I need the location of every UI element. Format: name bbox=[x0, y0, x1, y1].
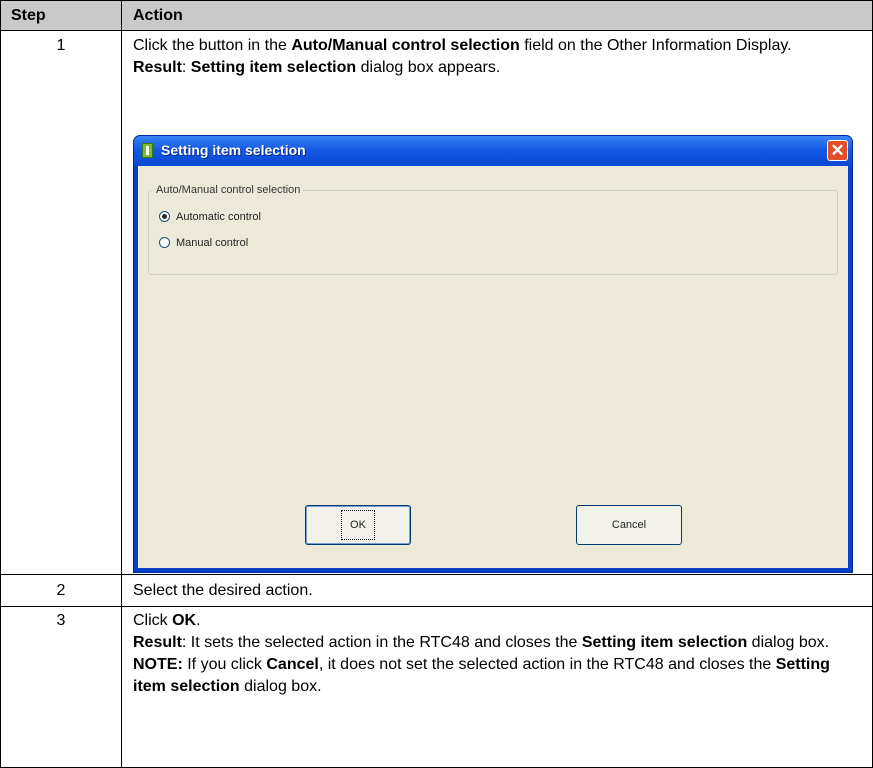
step-number: 1 bbox=[0, 30, 122, 575]
action-cell: Click OK. Result: It sets the selected a… bbox=[121, 606, 873, 768]
dialog-titlebar[interactable]: Setting item selection ✕ bbox=[134, 136, 852, 166]
close-icon: ✕ bbox=[830, 141, 845, 160]
table-row: 3 Click OK. Result: It sets the selected… bbox=[0, 606, 873, 768]
radio-selected-icon[interactable] bbox=[159, 211, 170, 222]
header-step: Step bbox=[0, 0, 122, 31]
radio-label: Automatic control bbox=[176, 211, 261, 223]
table-header-row: Step Action bbox=[0, 0, 873, 31]
step-number: 3 bbox=[0, 606, 122, 768]
table-row: 2 Select the desired action. bbox=[0, 574, 873, 607]
group-label: Auto/Manual control selection bbox=[153, 183, 304, 197]
action-instruction: Click OK. bbox=[133, 612, 201, 629]
app-icon bbox=[142, 143, 153, 158]
radio-label: Manual control bbox=[176, 237, 249, 249]
dialog-title: Setting item selection bbox=[161, 142, 306, 158]
cancel-button[interactable]: Cancel bbox=[576, 505, 682, 545]
dialog-body: Auto/Manual control selection Automatic … bbox=[138, 166, 848, 568]
ok-button[interactable]: OK bbox=[305, 505, 411, 545]
action-result: Result: It sets the selected action in t… bbox=[133, 634, 830, 651]
radio-unselected-icon[interactable] bbox=[159, 237, 170, 248]
action-cell: Select the desired action. bbox=[121, 574, 873, 607]
manual-control-radio[interactable]: Manual control bbox=[159, 236, 248, 250]
action-result: Result: Setting item selection dialog bo… bbox=[133, 59, 501, 76]
step-number: 2 bbox=[0, 574, 122, 607]
header-action: Action bbox=[121, 0, 873, 31]
action-note: NOTE: If you click Cancel, it does not s… bbox=[133, 656, 830, 695]
setting-item-selection-dialog: Setting item selection ✕ Auto/Manual con… bbox=[133, 135, 853, 573]
close-button[interactable]: ✕ bbox=[827, 140, 848, 161]
automatic-control-radio[interactable]: Automatic control bbox=[159, 210, 261, 224]
control-selection-group: Auto/Manual control selection Automatic … bbox=[148, 183, 838, 275]
action-instruction: Click the button in the Auto/Manual cont… bbox=[133, 37, 792, 54]
